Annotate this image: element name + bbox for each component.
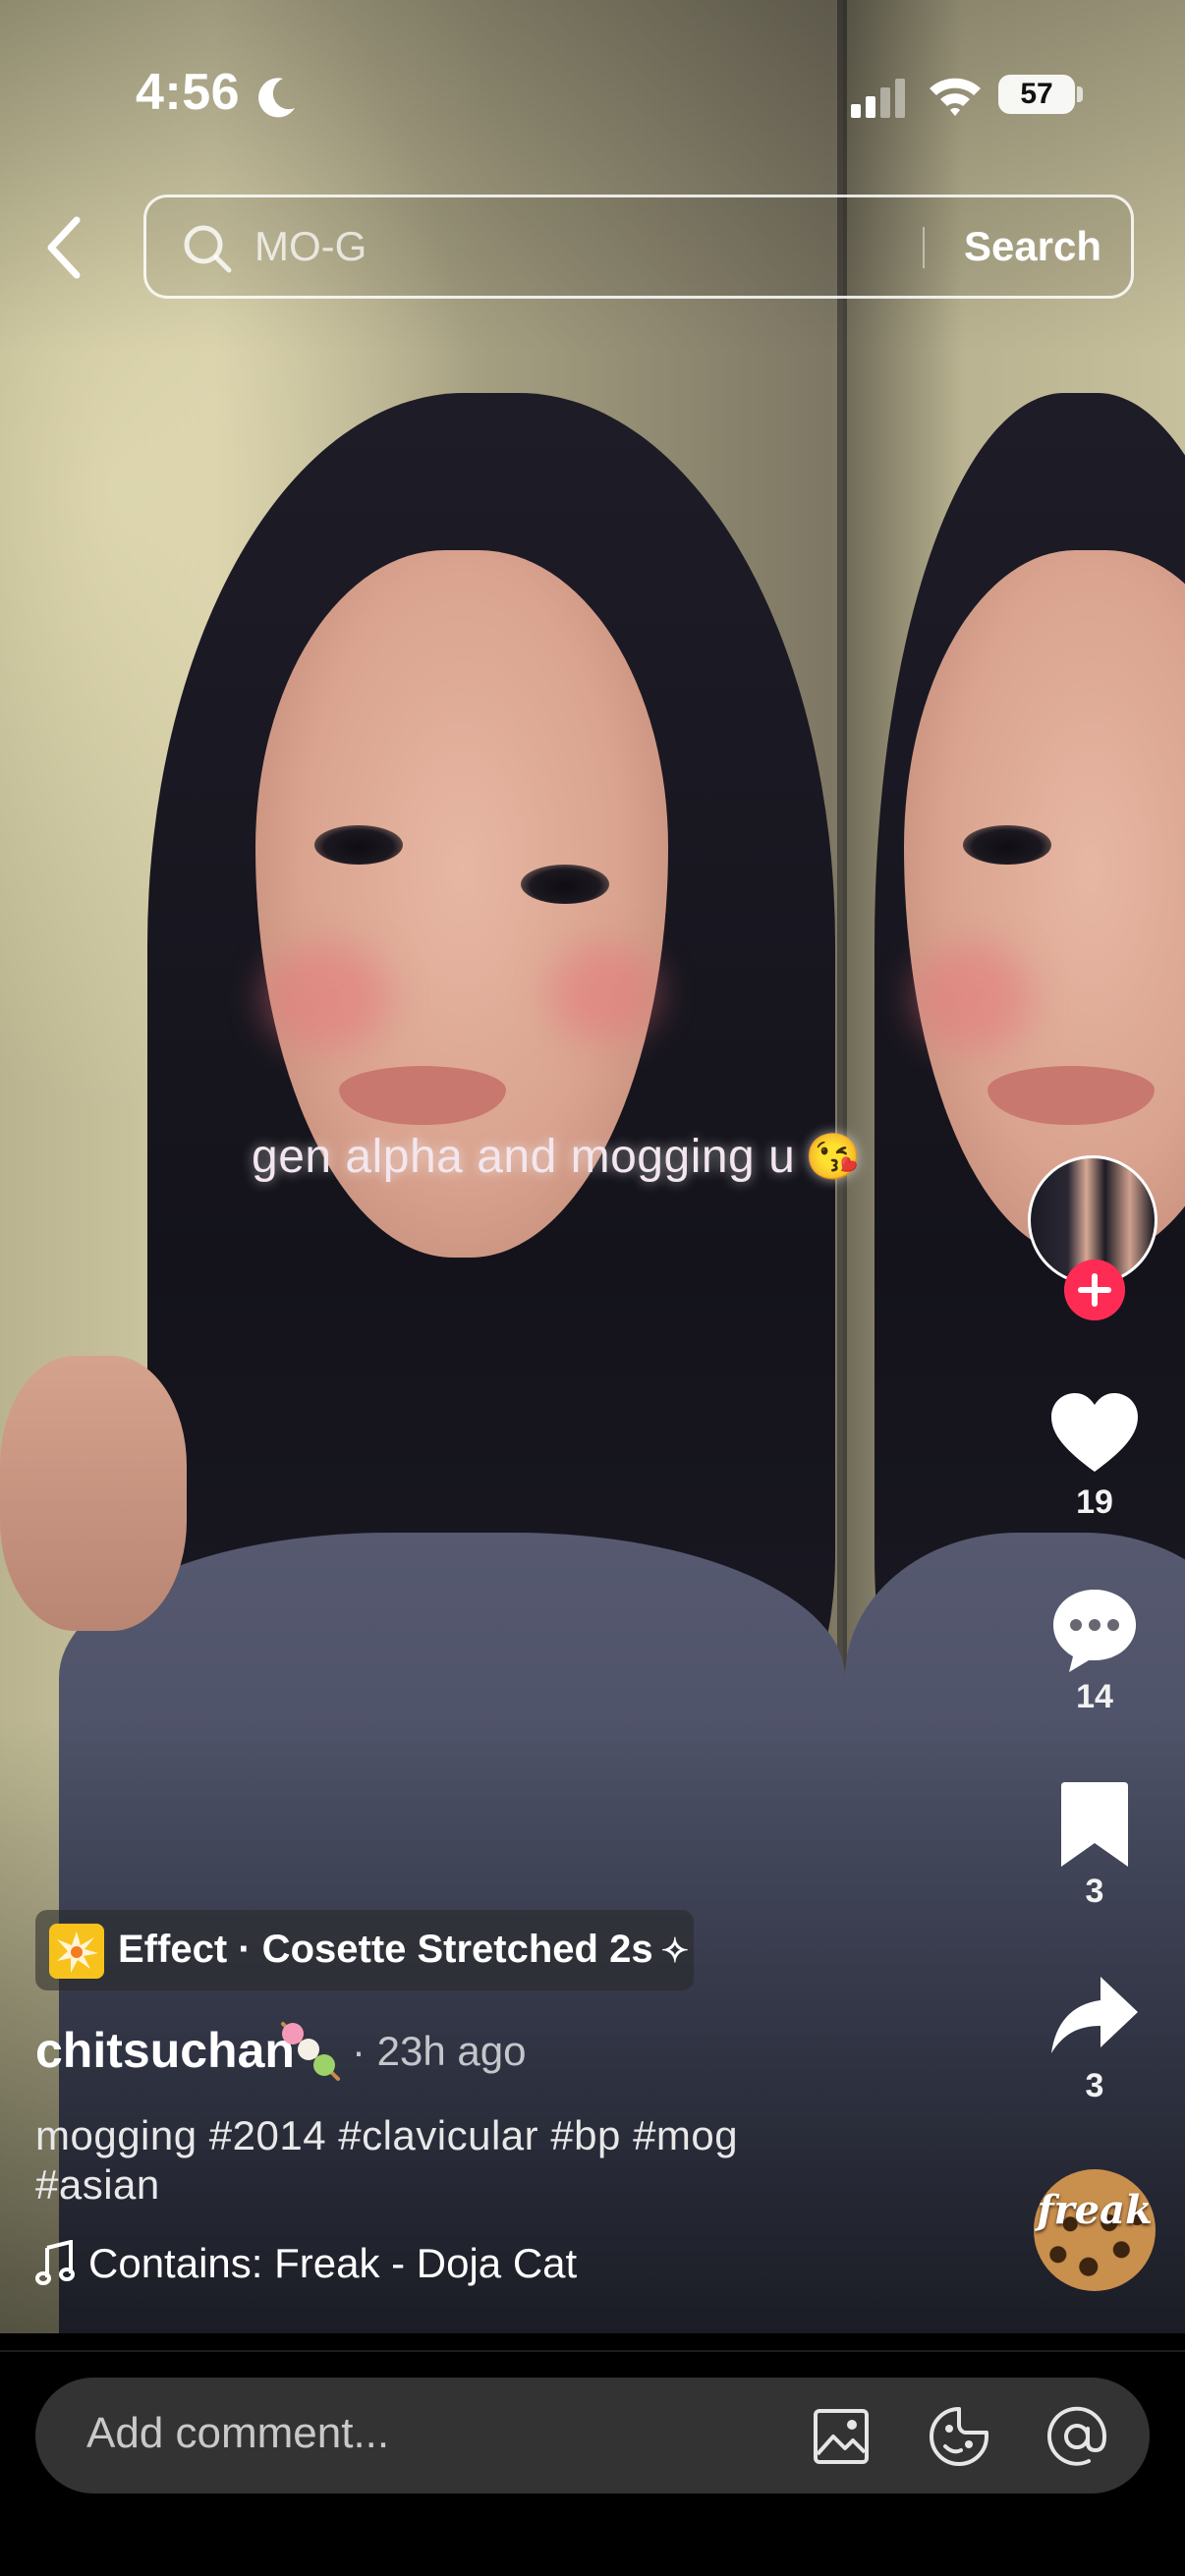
caption-line-2[interactable]: #asian <box>35 2161 160 2209</box>
cheek <box>263 943 391 1051</box>
kiss-emoji: 😘 <box>805 1131 863 1182</box>
dango-emoji-icon <box>281 2022 340 2081</box>
search-divider <box>923 227 925 268</box>
search-button[interactable]: Search <box>944 219 1121 274</box>
image-icon[interactable] <box>808 2403 875 2470</box>
sticker-icon[interactable] <box>926 2403 992 2470</box>
caption-line-1[interactable]: mogging #2014 #clavicular #bp #mog <box>35 2112 738 2159</box>
battery-icon: 57 <box>998 75 1075 114</box>
comment-icon[interactable] <box>1045 1582 1144 1680</box>
post-time: · 23h ago <box>352 2028 527 2074</box>
music-note-icon <box>35 2240 75 2285</box>
comment-placeholder: Add comment... <box>86 2409 390 2457</box>
search-query: MO-G <box>254 223 367 269</box>
cheek <box>914 943 1032 1051</box>
cheek <box>550 943 658 1041</box>
overlay-text: gen alpha and mogging u <box>252 1131 796 1183</box>
status-time: 4:56 <box>136 64 241 121</box>
disc-label: freak <box>1037 2187 1153 2233</box>
follow-button[interactable] <box>1064 1260 1125 1320</box>
wifi-icon <box>930 78 981 116</box>
music-label[interactable]: Contains: Freak - Doja Cat <box>88 2240 577 2287</box>
top-shade <box>0 0 1185 354</box>
moon-icon <box>258 78 295 118</box>
comment-count: 14 <box>1076 1678 1113 1715</box>
screen: gen alpha and mogging u 😘 4:56 57 MO-G Se… <box>0 0 1185 2576</box>
hand <box>0 1356 187 1631</box>
sparkle-burst-icon <box>49 1924 104 1979</box>
sparkle-icon: ✧ <box>660 1932 690 1970</box>
search-icon <box>184 225 232 273</box>
save-count: 3 <box>1085 1873 1104 1910</box>
video-text-overlay: gen alpha and mogging u 😘 <box>252 1130 939 1199</box>
effect-link[interactable]: Effect · Cosette Stretched 2s ✧ <box>35 1910 694 1990</box>
heart-icon[interactable] <box>1045 1385 1144 1484</box>
effect-label: Effect · Cosette Stretched 2s ✧ <box>118 1928 689 1972</box>
bookmark-icon[interactable] <box>1045 1776 1144 1875</box>
share-count: 3 <box>1085 2067 1104 2104</box>
search-input[interactable]: MO-G Search <box>143 195 1134 299</box>
comment-divider <box>0 2350 1185 2352</box>
eye <box>963 825 1051 865</box>
mention-icon[interactable] <box>1044 2403 1110 2470</box>
username[interactable]: chitsuchan <box>35 2022 295 2079</box>
like-count: 19 <box>1076 1484 1113 1521</box>
share-icon[interactable] <box>1045 1969 1144 2067</box>
eye <box>314 825 403 865</box>
music-disc[interactable]: freak <box>1034 2169 1156 2291</box>
battery-nub <box>1077 86 1083 102</box>
eye <box>521 865 609 904</box>
back-button[interactable] <box>33 206 96 289</box>
effect-name: Effect · Cosette Stretched 2s <box>118 1928 653 1971</box>
cellular-signal-icon <box>851 79 905 118</box>
